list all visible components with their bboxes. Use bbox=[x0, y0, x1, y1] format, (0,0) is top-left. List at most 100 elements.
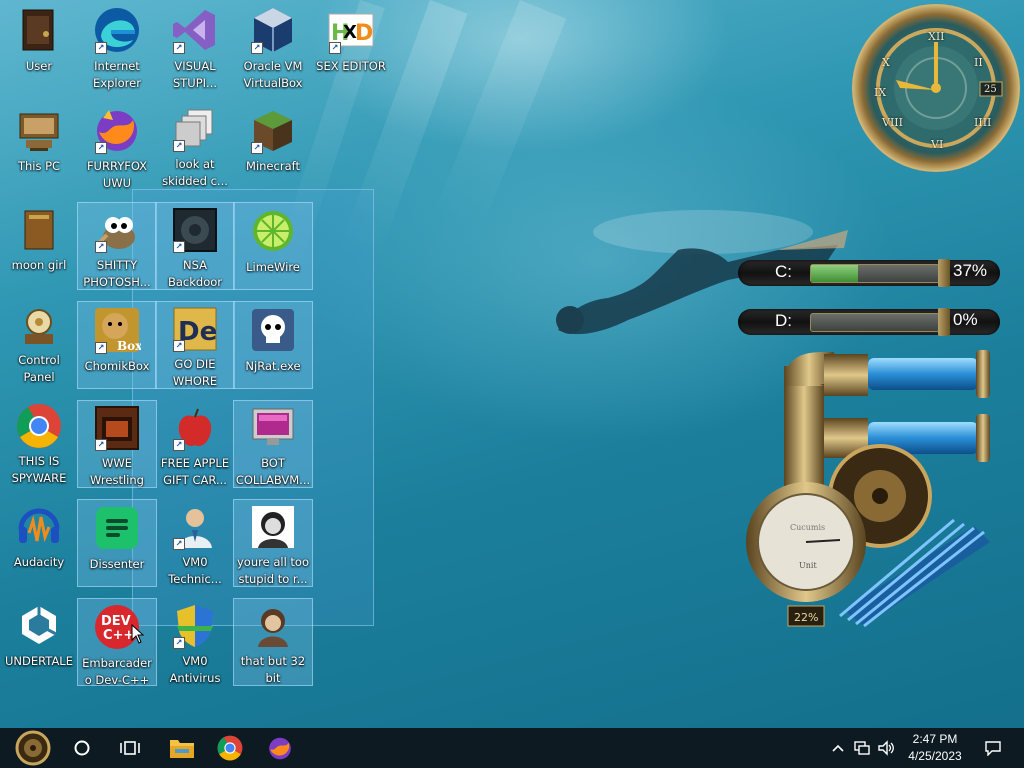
shortcut-arrow-icon: ↗ bbox=[95, 142, 107, 154]
shortcut-arrow-icon: ↗ bbox=[173, 538, 185, 550]
nsa-icon: ↗ bbox=[171, 207, 219, 253]
shortcut-arrow-icon: ↗ bbox=[95, 241, 107, 253]
desktop-icon-vm0-antivirus[interactable]: ↗ VM0 Antivirus bbox=[156, 599, 234, 685]
drive-meter-d[interactable]: D: 0% bbox=[738, 305, 1008, 339]
clock-numeral: IIII bbox=[974, 116, 992, 129]
desktop-icon-virtualbox[interactable]: ↗ Oracle VM VirtualBox bbox=[234, 2, 312, 90]
gauge-readout: 22% bbox=[794, 611, 818, 624]
shortcut-arrow-icon: ↗ bbox=[95, 439, 107, 451]
clock-date-badge: 25 bbox=[984, 84, 997, 95]
desktop-icon-label: Dissenter bbox=[89, 557, 145, 571]
desktop-icon-label: look at skidded c... bbox=[162, 157, 228, 188]
chrome-icon bbox=[15, 403, 63, 449]
wwe-icon: ↗ bbox=[93, 405, 141, 451]
desktop-icon-vm0-technician[interactable]: ↗ VM0 Technic... bbox=[156, 500, 234, 586]
desktop-icon-free-apple-gift-card[interactable]: ↗ FREE APPLE GIFT CAR... bbox=[156, 401, 234, 487]
desktop-icon-sex-editor[interactable]: HXD ↗ SEX EDITOR bbox=[312, 2, 390, 88]
steampunk-meter-gadget[interactable]: Cucumis Unit 22% bbox=[744, 346, 1000, 646]
desktop-icon-label: SHITTY PHOTOSH... bbox=[83, 258, 151, 289]
notification-icon[interactable] bbox=[976, 728, 1010, 768]
copies-icon: ↗ bbox=[171, 106, 219, 152]
gauge-top-label: Cucumis bbox=[790, 523, 825, 532]
desktop-icon-internet-explorer[interactable]: ↗ Internet Explorer bbox=[78, 2, 156, 90]
drive-usage-bar bbox=[810, 264, 940, 283]
desktop-icon-user[interactable]: User bbox=[0, 2, 78, 88]
clock-gadget[interactable]: XII II IIII VI VIII IX X 25 bbox=[852, 4, 1020, 172]
edge-icon: ↗ bbox=[93, 6, 141, 54]
portrait-icon bbox=[249, 603, 297, 649]
volume-icon[interactable] bbox=[874, 728, 898, 768]
shortcut-arrow-icon: ↗ bbox=[173, 637, 185, 649]
task-view-icon[interactable] bbox=[110, 728, 150, 768]
desktop-icon-label: VM0 Antivirus bbox=[169, 654, 221, 685]
svg-text:D: D bbox=[355, 21, 373, 46]
system-clock[interactable]: 2:47 PM 4/25/2023 bbox=[900, 728, 970, 768]
search-circle-icon[interactable] bbox=[62, 728, 102, 768]
firefox-icon[interactable] bbox=[258, 728, 302, 768]
folder-icon bbox=[15, 205, 63, 253]
desktop-icon-limewire[interactable]: LimeWire bbox=[233, 202, 313, 290]
shortcut-arrow-icon: ↗ bbox=[173, 241, 185, 253]
shortcut-arrow-icon: ↗ bbox=[173, 140, 185, 152]
desktop-icon-control-panel[interactable]: Control Panel bbox=[0, 300, 78, 386]
desktop-icon-go-die[interactable]: De ↗ GO DIE WHORE bbox=[155, 301, 235, 389]
desktop-icon-dissenter[interactable]: Dissenter bbox=[77, 499, 157, 587]
chrome-icon[interactable] bbox=[208, 728, 252, 768]
desktop-icon-label: NSA Backdoor bbox=[167, 258, 223, 289]
start-orb-icon[interactable] bbox=[8, 728, 58, 768]
desktop-icon-chomikbox[interactable]: Box ↗ ChomikBox bbox=[77, 301, 157, 389]
minecraft-icon: ↗ bbox=[249, 106, 297, 154]
limewire-icon bbox=[249, 207, 297, 255]
control-panel-icon bbox=[15, 304, 63, 348]
drive-usage-bar bbox=[810, 313, 940, 332]
desktop-icon-furryfox[interactable]: ↗ FURRYFOX UWU bbox=[78, 102, 156, 190]
desktop-icon-undertale[interactable]: UNDERTALE bbox=[0, 597, 78, 683]
shortcut-arrow-icon: ↗ bbox=[95, 342, 107, 354]
desktop-icon-label: Control Panel bbox=[18, 353, 60, 384]
portrait-icon bbox=[249, 504, 297, 550]
drive-letter: C: bbox=[775, 262, 792, 281]
apple-icon: ↗ bbox=[171, 405, 219, 451]
shortcut-arrow-icon: ↗ bbox=[329, 42, 341, 54]
desktop-icon-label: WWE Wrestling bbox=[90, 456, 144, 487]
chomikbox-icon: Box ↗ bbox=[93, 306, 141, 354]
de-icon: De ↗ bbox=[171, 306, 219, 352]
taskbar: 2:47 PM 4/25/2023 bbox=[0, 728, 1024, 768]
drive-meter-c[interactable]: C: 37% bbox=[738, 256, 1008, 290]
desktop-icon-audacity[interactable]: Audacity bbox=[0, 498, 78, 584]
svg-text:DEV: DEV bbox=[101, 614, 131, 629]
desktop-icon-label: Audacity bbox=[13, 555, 65, 569]
shortcut-arrow-icon: ↗ bbox=[173, 340, 185, 352]
desktop-icon-label: This PC bbox=[17, 159, 61, 173]
desktop-icon-this-is-spyware[interactable]: THIS IS SPYWARE bbox=[0, 399, 78, 485]
file-explorer-icon[interactable] bbox=[160, 728, 204, 768]
drive-meter-cap bbox=[938, 259, 950, 287]
desktop-icon-look-at-skidded[interactable]: ↗ look at skidded c... bbox=[156, 102, 234, 188]
network-icon[interactable] bbox=[850, 728, 874, 768]
desktop-icon-shitty-photoshop[interactable]: ↗ SHITTY PHOTOSH... bbox=[77, 202, 157, 290]
desktop-icon-njrat[interactable]: NjRat.exe bbox=[233, 301, 313, 389]
chevron-up-icon[interactable] bbox=[826, 728, 850, 768]
desktop-icon-wwe-wrestling[interactable]: ↗ WWE Wrestling bbox=[77, 400, 157, 488]
desktop-icon-moon-girl[interactable]: moon girl bbox=[0, 201, 78, 287]
desktop-icon-visual-studio[interactable]: ↗ VISUAL STUPI... bbox=[156, 2, 234, 90]
desktop-icon-label: that but 32 bit bbox=[240, 654, 306, 685]
desktop-icon-this-pc[interactable]: This PC bbox=[0, 102, 78, 188]
desktop-icon-bot-collabvm[interactable]: BOT COLLABVM... bbox=[233, 400, 313, 488]
clock-numeral: IX bbox=[874, 86, 887, 99]
desktop-icon-label: youre all too stupid to r... bbox=[236, 555, 309, 586]
desktop-icon-label: moon girl bbox=[11, 258, 67, 272]
desktop-icon-label: VISUAL STUPI... bbox=[172, 59, 218, 90]
desktop-icon-label: FURRYFOX UWU bbox=[86, 159, 148, 190]
desktop-icon-label: NjRat.exe bbox=[245, 359, 301, 373]
skull-icon bbox=[249, 306, 297, 354]
desktop-icon-label: User bbox=[25, 59, 53, 73]
drive-usage-percent: 0% bbox=[953, 310, 978, 329]
desktop-icon-nsa-backdoor[interactable]: ↗ NSA Backdoor bbox=[155, 202, 235, 290]
svg-text:Box: Box bbox=[117, 339, 141, 353]
unity-icon bbox=[15, 601, 63, 649]
dissenter-icon bbox=[93, 504, 141, 552]
desktop-icon-minecraft[interactable]: ↗ Minecraft bbox=[234, 102, 312, 188]
desktop-icon-that-but-32-bit[interactable]: that but 32 bit bbox=[233, 598, 313, 686]
desktop-icon-youre-all-too-stupid[interactable]: youre all too stupid to r... bbox=[233, 499, 313, 587]
